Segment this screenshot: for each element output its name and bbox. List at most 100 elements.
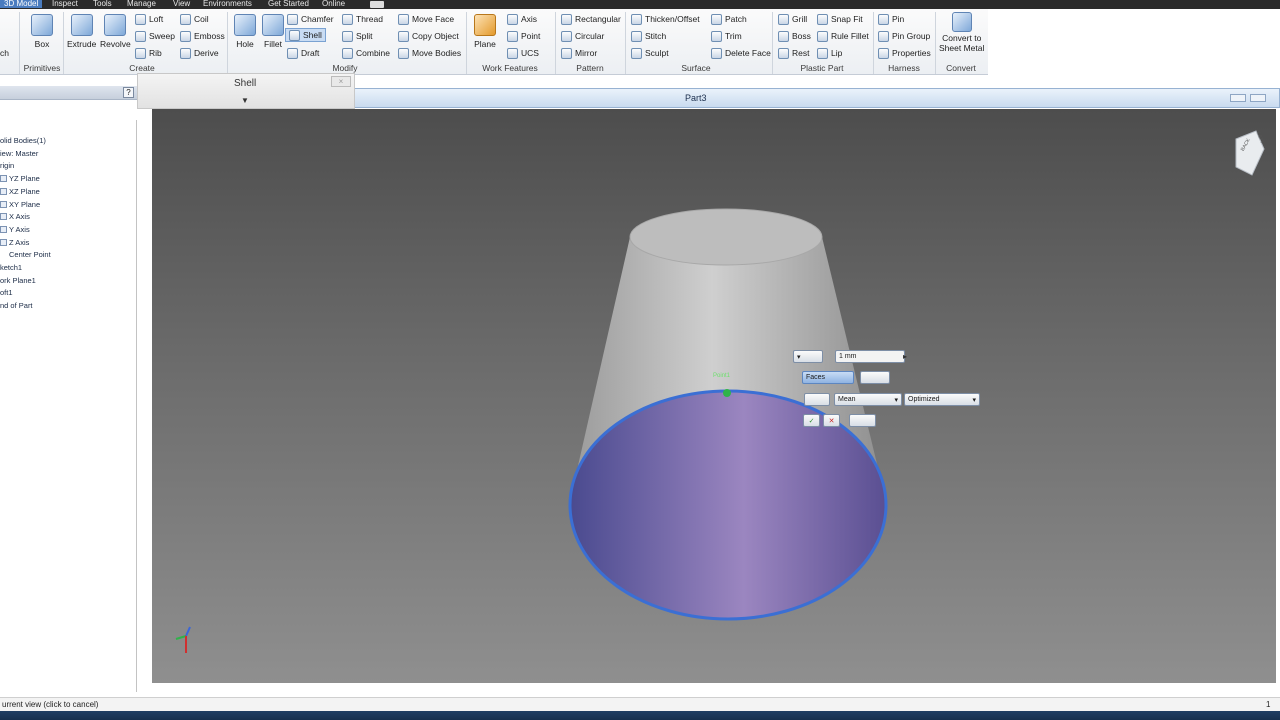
snap-fit-icon (817, 13, 828, 25)
convert-sheet-metal-button[interactable]: Convert to Sheet Metal (939, 12, 984, 53)
split-button[interactable]: Split (342, 29, 373, 43)
panel-toggle-icon[interactable] (370, 1, 384, 8)
shell-button[interactable]: Shell (285, 28, 326, 42)
tab-tools[interactable]: Tools (93, 0, 112, 8)
tab-3d-model[interactable]: 3D Model (0, 0, 43, 8)
ucs-button[interactable]: UCS (507, 46, 539, 60)
graphics-viewport[interactable]: Point1 BACK LEFT ▾ 1 mm ▸ Faces Mean ▾ Op… (152, 109, 1276, 683)
browser-item-center-point[interactable]: Center Point (0, 250, 51, 259)
browser-item-xz-plane[interactable]: XZ Plane (0, 187, 40, 196)
browser-item-xy-plane[interactable]: XY Plane (0, 200, 40, 209)
shell-dialog-header[interactable]: Shell ▼ × (137, 73, 355, 109)
grill-button[interactable]: Grill (778, 12, 807, 26)
draft-button[interactable]: Draft (287, 46, 319, 60)
snap-fit-button[interactable]: Snap Fit (817, 12, 863, 26)
browser-item-sketch1[interactable]: ketch1 (0, 263, 22, 272)
tab-environments[interactable]: Environments (203, 0, 252, 8)
revolve-button[interactable]: Revolve (100, 14, 131, 49)
browser-item-yz-plane[interactable]: YZ Plane (0, 174, 40, 183)
fillet-button[interactable]: Fillet (262, 14, 284, 49)
circular-pattern-icon (561, 30, 572, 42)
cancel-button[interactable]: ✕ (823, 414, 840, 427)
ok-button[interactable]: ✓ (803, 414, 820, 427)
thickness-arrow-icon[interactable]: ▸ (903, 352, 907, 361)
copy-object-button[interactable]: Copy Object (398, 29, 459, 43)
hole-button[interactable]: Hole (234, 14, 256, 49)
solids-button[interactable] (860, 371, 890, 384)
sweep-button[interactable]: Sweep (135, 29, 175, 43)
lip-icon (817, 47, 828, 59)
emboss-button[interactable]: Emboss (180, 29, 225, 43)
tab-manage[interactable]: Manage (127, 0, 156, 8)
trim-icon (711, 30, 722, 42)
top-face[interactable] (629, 208, 823, 266)
minimize-doc-icon[interactable] (1230, 94, 1246, 102)
grip-point-icon[interactable] (723, 389, 731, 397)
axis-button[interactable]: Axis (507, 12, 537, 26)
tab-get-started[interactable]: Get Started (268, 0, 309, 8)
help-icon[interactable]: ? (123, 87, 134, 98)
browser-item-origin[interactable]: rigin (0, 161, 14, 170)
lip-button[interactable]: Lip (817, 46, 842, 60)
rib-button[interactable]: Rib (135, 46, 162, 60)
group-surface[interactable]: Surface (681, 63, 710, 73)
move-face-button[interactable]: Move Face (398, 12, 454, 26)
restore-doc-icon[interactable] (1250, 94, 1266, 102)
rectangular-button[interactable]: Rectangular (561, 12, 621, 26)
expand-dialog-icon[interactable]: ▼ (241, 96, 249, 105)
extrude-button[interactable]: Extrude (67, 14, 96, 49)
loft-icon (135, 13, 146, 25)
boss-button[interactable]: Boss (778, 29, 811, 43)
model-browser: olid Bodies(1) iew: Master rigin YZ Plan… (0, 120, 137, 692)
combine-button[interactable]: Combine (342, 46, 390, 60)
browser-item-y-axis[interactable]: Y Axis (0, 225, 30, 234)
thicken-offset-button[interactable]: Thicken/Offset (631, 12, 700, 26)
browser-item-work-plane1[interactable]: ork Plane1 (0, 276, 36, 285)
stitch-button[interactable]: Stitch (631, 29, 666, 43)
delete-face-button[interactable]: Delete Face (711, 46, 771, 60)
circular-button[interactable]: Circular (561, 29, 604, 43)
thickness-input[interactable]: 1 mm (835, 350, 905, 363)
sketch-partial-button[interactable]: ch (0, 46, 9, 60)
rest-button[interactable]: Rest (778, 46, 809, 60)
move-bodies-button[interactable]: Move Bodies (398, 46, 461, 60)
automatic-face-chain-button[interactable] (804, 393, 830, 406)
browser-item-solid-bodies[interactable]: olid Bodies(1) (0, 136, 46, 145)
point-button[interactable]: Point (507, 29, 540, 43)
mode-dropdown[interactable]: Mean ▾ (834, 393, 902, 406)
sculpt-button[interactable]: Sculpt (631, 46, 669, 60)
group-modify[interactable]: Modify (332, 63, 357, 73)
browser-item-x-axis[interactable]: X Axis (0, 212, 30, 221)
tab-inspect[interactable]: Inspect (52, 0, 78, 8)
properties-button[interactable]: Properties (878, 46, 931, 60)
derive-button[interactable]: Derive (180, 46, 219, 60)
direction-toggle-button[interactable]: ▾ (793, 350, 823, 363)
browser-item-loft1[interactable]: oft1 (0, 288, 13, 297)
approximation-dropdown[interactable]: Optimized ▾ (904, 393, 980, 406)
chamfer-button[interactable]: Chamfer (287, 12, 334, 26)
close-icon[interactable]: × (331, 76, 351, 87)
options-menu-button[interactable] (849, 414, 876, 427)
trim-button[interactable]: Trim (711, 29, 742, 43)
plane-button[interactable]: Plane (474, 14, 496, 49)
revolve-icon (104, 14, 127, 36)
patch-button[interactable]: Patch (711, 12, 747, 26)
tab-online[interactable]: Online (322, 0, 345, 8)
rule-fillet-button[interactable]: Rule Fillet (817, 29, 869, 43)
box-button[interactable]: Box (31, 14, 53, 49)
mirror-button[interactable]: Mirror (561, 46, 597, 60)
group-create[interactable]: Create (129, 63, 155, 73)
pin-group-button[interactable]: Pin Group (878, 29, 930, 43)
pin-button[interactable]: Pin (878, 12, 904, 26)
tab-view[interactable]: View (173, 0, 190, 8)
thread-button[interactable]: Thread (342, 12, 383, 26)
axis-icon (0, 213, 7, 220)
faces-button[interactable]: Faces (802, 371, 854, 384)
sweep-icon (135, 30, 146, 42)
coil-button[interactable]: Coil (180, 12, 209, 26)
browser-item-view[interactable]: iew: Master (0, 149, 38, 158)
loft-button[interactable]: Loft (135, 12, 163, 26)
browser-item-z-axis[interactable]: Z Axis (0, 238, 29, 247)
browser-item-end-of-part[interactable]: nd of Part (0, 301, 33, 310)
document-title: Part3 (685, 93, 707, 103)
